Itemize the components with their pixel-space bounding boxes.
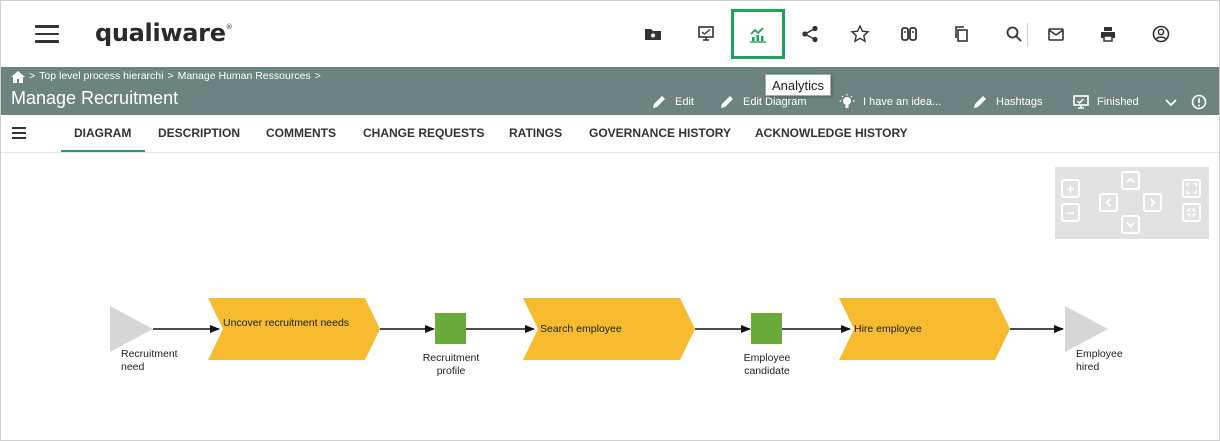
top-toolbar: qualiware®: [1, 1, 1219, 67]
breadcrumb-item[interactable]: Manage Human Ressources: [178, 70, 311, 82]
user-account-icon[interactable]: [1148, 21, 1174, 47]
pencil-icon: [974, 96, 986, 108]
tab-diagram[interactable]: DIAGRAM: [74, 126, 131, 140]
edit-button[interactable]: Edit: [651, 94, 694, 110]
edit-diagram-button[interactable]: Edit Diagram: [719, 94, 807, 110]
share-icon[interactable]: [797, 21, 823, 47]
breadcrumb-separator: >: [167, 70, 174, 82]
app-window: qualiware® > Top level process hierarchi…: [0, 0, 1220, 441]
breadcrumb-separator: >: [29, 70, 36, 82]
print-icon[interactable]: [1095, 21, 1121, 47]
home-icon[interactable]: [11, 71, 25, 83]
tab-acknowledge-history[interactable]: ACKNOWLEDGE HISTORY: [755, 126, 908, 140]
pencil-icon: [721, 96, 733, 108]
edit-label: Edit: [675, 96, 694, 108]
process-diagram: Recruitment need Uncover recruitment need…: [1, 154, 1219, 440]
information-object-shape[interactable]: [751, 313, 782, 344]
information-object-shape[interactable]: [435, 313, 466, 344]
compare-icon[interactable]: [896, 21, 922, 47]
info-icon[interactable]: [1191, 94, 1207, 110]
page-title: Manage Recruitment: [11, 88, 179, 108]
tab-menu-icon[interactable]: [12, 127, 26, 139]
end-event-shape[interactable]: [1065, 306, 1108, 352]
pencil-icon: [653, 96, 665, 108]
edit-diagram-label: Edit Diagram: [743, 96, 807, 108]
expand-chevron-icon[interactable]: [1163, 94, 1179, 110]
finished-button[interactable]: Finished: [1073, 94, 1139, 110]
main-menu-icon[interactable]: [35, 25, 59, 43]
copy-icon[interactable]: [948, 21, 974, 47]
tab-bar: DIAGRAM DESCRIPTION COMMENTS CHANGE REQU…: [1, 115, 1219, 153]
hashtags-label: Hashtags: [996, 96, 1043, 108]
activity-label: Search employee: [540, 323, 622, 335]
folder-icon[interactable]: [640, 21, 666, 47]
breadcrumb-separator: >: [314, 70, 321, 82]
active-tab-indicator: [61, 150, 145, 152]
tab-ratings[interactable]: RATINGS: [509, 126, 562, 140]
start-event-label: Recruitment need: [121, 348, 178, 373]
search-icon[interactable]: [1001, 21, 1027, 47]
lightbulb-icon: [839, 94, 855, 108]
analytics-icon[interactable]: [745, 21, 771, 47]
breadcrumb-item[interactable]: Top level process hierarchi: [39, 70, 163, 82]
activity-label: Hire employee: [854, 323, 922, 335]
star-icon[interactable]: [847, 21, 873, 47]
object-label: Employee candidate: [743, 352, 791, 377]
breadcrumb: > Top level process hierarchi > Manage H…: [29, 70, 321, 82]
page-header: > Top level process hierarchi > Manage H…: [1, 67, 1219, 115]
analytics-tooltip: Analytics: [765, 74, 832, 96]
tab-description[interactable]: DESCRIPTION: [158, 126, 240, 140]
end-event-label: Employee hired: [1076, 348, 1123, 373]
idea-button[interactable]: I have an idea...: [839, 94, 941, 110]
start-event-shape[interactable]: [110, 306, 153, 352]
tab-change-requests[interactable]: CHANGE REQUESTS: [363, 126, 484, 140]
monitor-check-icon: [1073, 95, 1089, 109]
idea-label: I have an idea...: [863, 96, 942, 108]
toolbar-divider: [1027, 23, 1028, 47]
tab-governance-history[interactable]: GOVERNANCE HISTORY: [589, 126, 731, 140]
finished-label: Finished: [1097, 96, 1139, 108]
presentation-icon[interactable]: [693, 21, 719, 47]
tab-comments[interactable]: COMMENTS: [266, 126, 336, 140]
logo: qualiware®: [95, 19, 233, 47]
hashtags-button[interactable]: Hashtags: [972, 94, 1042, 110]
object-label: Recruitment profile: [422, 352, 480, 377]
mail-icon[interactable]: [1043, 21, 1069, 47]
activity-label: Uncover recruitment needs: [223, 317, 350, 329]
